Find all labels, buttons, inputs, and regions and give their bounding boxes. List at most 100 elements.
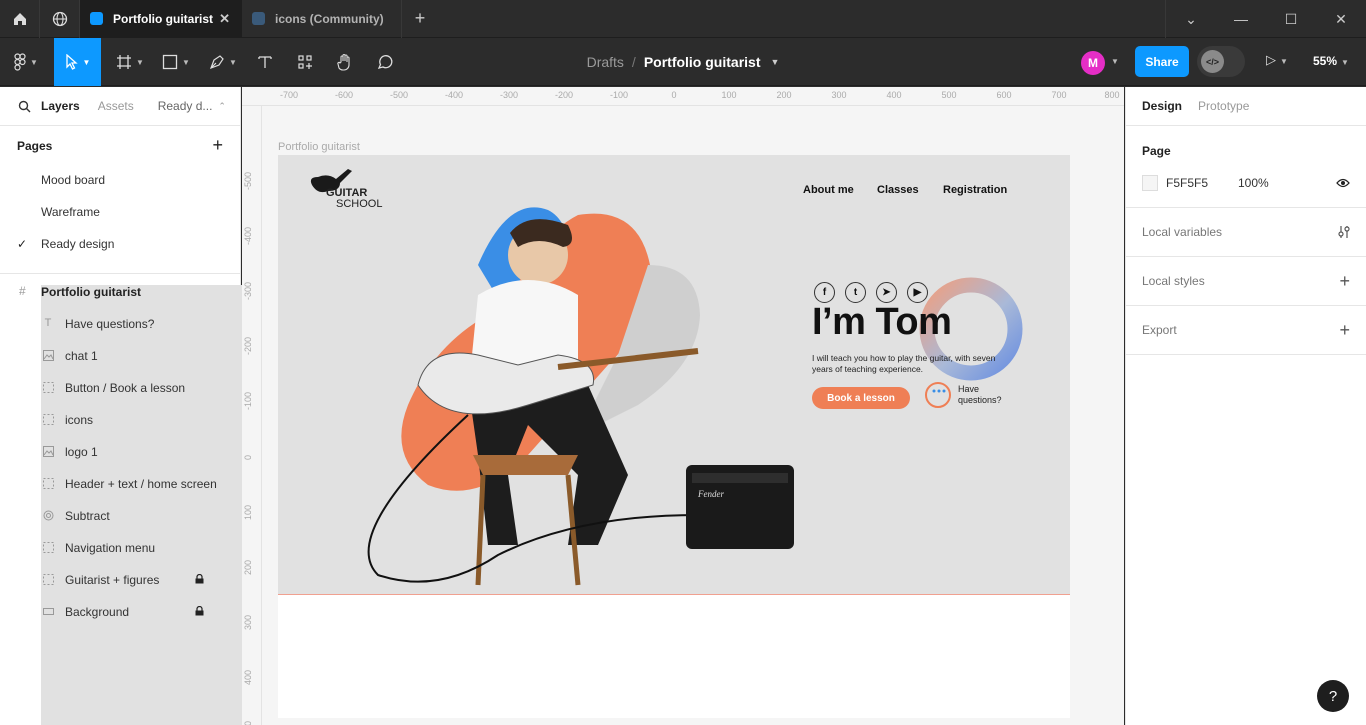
- layer-item[interactable]: logo 1: [65, 445, 98, 459]
- new-tab-button[interactable]: +: [402, 0, 438, 38]
- layer-item[interactable]: Button / Book a lesson: [65, 381, 185, 395]
- page-switcher[interactable]: Ready d...: [158, 99, 213, 113]
- nav-registration[interactable]: Registration: [943, 184, 1007, 196]
- eye-icon[interactable]: [1336, 178, 1350, 188]
- image-icon: [42, 349, 54, 361]
- left-panel-tabs: Layers Assets Ready d... ⌃: [0, 87, 240, 126]
- page-color-row[interactable]: F5F5F5 100%: [1142, 175, 1350, 191]
- layer-item[interactable]: Subtract: [65, 509, 110, 523]
- tab-layers[interactable]: Layers: [41, 99, 80, 113]
- vertical-ruler: -500 -400 -300 -200 -100 0 100 200 300 4…: [242, 106, 262, 725]
- page-color-swatch[interactable]: [1142, 175, 1158, 191]
- ruler-tick: 0: [671, 90, 677, 100]
- group-icon: [42, 541, 54, 553]
- ruler-tick: -200: [243, 336, 253, 355]
- move-tool[interactable]: ▼: [54, 38, 101, 86]
- ruler-tick: 0: [243, 454, 253, 460]
- add-style-icon[interactable]: +: [1339, 272, 1350, 290]
- facebook-icon[interactable]: f: [814, 282, 835, 303]
- home-icon[interactable]: [0, 0, 40, 38]
- nav-about-me[interactable]: About me: [803, 184, 854, 196]
- page-item-ready-design[interactable]: Ready design: [41, 237, 114, 251]
- export-row[interactable]: Export +: [1142, 321, 1350, 339]
- chevron-down-icon: ▼: [136, 57, 144, 67]
- youtube-icon[interactable]: ▶: [907, 282, 928, 303]
- page-color-value[interactable]: F5F5F5: [1166, 176, 1238, 190]
- cursor-icon: [65, 54, 78, 70]
- pen-tool[interactable]: ▼: [205, 38, 241, 86]
- present-button[interactable]: ▷ ▼: [1266, 52, 1288, 68]
- resources-tool[interactable]: [292, 38, 318, 86]
- pages-title: Pages: [17, 139, 53, 153]
- export-label[interactable]: Export: [1142, 323, 1177, 337]
- frame-tool[interactable]: ▼: [112, 38, 148, 86]
- have-questions-text[interactable]: Have questions?: [958, 384, 1018, 406]
- components-icon: [298, 55, 312, 69]
- telegram-icon[interactable]: ➤: [876, 282, 897, 303]
- file-name[interactable]: Portfolio guitarist: [644, 54, 761, 70]
- layer-item[interactable]: Have questions?: [65, 317, 154, 331]
- layer-item[interactable]: Navigation menu: [65, 541, 155, 555]
- twitter-icon[interactable]: t: [845, 282, 866, 303]
- ruler-tick: -600: [334, 90, 354, 100]
- chevron-up-icon[interactable]: ⌃: [218, 101, 226, 112]
- local-variables-label[interactable]: Local variables: [1142, 225, 1222, 239]
- comment-tool[interactable]: [372, 38, 398, 86]
- chevron-down-icon[interactable]: ⌄: [1166, 0, 1216, 38]
- tab-design[interactable]: Design: [1142, 99, 1182, 113]
- variables-icon[interactable]: [1338, 225, 1350, 239]
- ruler-tick: 300: [831, 90, 847, 100]
- layer-item[interactable]: icons: [65, 413, 93, 427]
- design-frame[interactable]: Fender GUITAR SCHOOL About me Classes Re…: [278, 155, 1070, 595]
- community-globe-icon[interactable]: [40, 0, 80, 38]
- shape-tool[interactable]: ▼: [158, 38, 194, 86]
- pen-icon: [210, 55, 224, 70]
- text-icon: T: [44, 317, 52, 329]
- layer-item[interactable]: Background: [65, 605, 129, 619]
- zoom-label: 55%: [1313, 54, 1338, 68]
- avatar[interactable]: M: [1081, 51, 1105, 75]
- tab-assets[interactable]: Assets: [98, 99, 134, 113]
- share-button[interactable]: Share: [1135, 46, 1189, 77]
- breadcrumb-drafts[interactable]: Drafts: [587, 54, 624, 70]
- close-window-button[interactable]: ✕: [1316, 0, 1366, 38]
- layer-item[interactable]: chat 1: [65, 349, 98, 363]
- add-page-icon[interactable]: +: [212, 136, 223, 154]
- lock-icon[interactable]: [195, 573, 205, 584]
- local-styles-label[interactable]: Local styles: [1142, 274, 1205, 288]
- boolean-icon: [42, 509, 54, 521]
- layer-item[interactable]: Guitarist + figures: [65, 573, 159, 587]
- nav-classes[interactable]: Classes: [877, 184, 919, 196]
- chevron-down-icon[interactable]: ▼: [1111, 57, 1119, 66]
- tab-portfolio-guitarist[interactable]: Portfolio guitarist ✕: [80, 0, 242, 38]
- book-a-lesson-button[interactable]: Book a lesson: [812, 387, 910, 409]
- ruler-tick: -300: [499, 90, 519, 100]
- help-button[interactable]: ?: [1317, 680, 1349, 712]
- search-icon[interactable]: [18, 100, 31, 113]
- page-item-mood-board[interactable]: Mood board: [41, 173, 105, 187]
- maximize-button[interactable]: ☐: [1266, 0, 1316, 38]
- add-export-icon[interactable]: +: [1339, 321, 1350, 339]
- local-styles-row[interactable]: Local styles +: [1142, 272, 1350, 290]
- ruler-tick: 200: [776, 90, 792, 100]
- page-opacity-value[interactable]: 100%: [1238, 176, 1269, 190]
- page-item-wareframe[interactable]: Wareframe: [41, 205, 100, 219]
- panel-divider: [1126, 305, 1366, 306]
- frame-label[interactable]: Portfolio guitarist: [278, 141, 360, 153]
- main-menu-button[interactable]: ▼: [8, 38, 44, 86]
- canvas[interactable]: -700 -600 -500 -400 -300 -200 -100 0 100…: [242, 87, 1124, 725]
- dev-mode-toggle[interactable]: </>: [1197, 46, 1245, 77]
- minimize-button[interactable]: —: [1216, 0, 1266, 38]
- hand-tool[interactable]: [332, 38, 358, 86]
- tab-prototype[interactable]: Prototype: [1198, 99, 1249, 113]
- close-tab-icon[interactable]: ✕: [219, 11, 230, 27]
- chevron-down-icon[interactable]: ▼: [770, 57, 779, 67]
- zoom-control[interactable]: 55% ▼: [1313, 54, 1349, 68]
- play-icon: ▷: [1266, 52, 1276, 67]
- properties-panel: Design Prototype Page F5F5F5 100% Local …: [1125, 87, 1366, 725]
- text-tool[interactable]: [252, 38, 278, 86]
- layer-item[interactable]: Header + text / home screen: [65, 477, 217, 491]
- tab-icons-community[interactable]: icons (Community): [242, 0, 402, 38]
- lock-icon[interactable]: [195, 605, 205, 616]
- local-variables-row[interactable]: Local variables: [1142, 225, 1350, 239]
